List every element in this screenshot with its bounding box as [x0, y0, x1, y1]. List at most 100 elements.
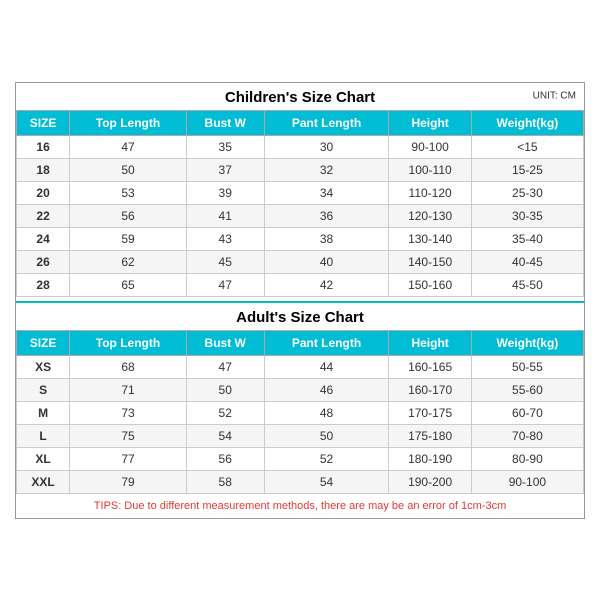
table-cell: 24: [17, 227, 70, 250]
table-cell: 25-30: [471, 181, 583, 204]
adult-col-top-length: Top Length: [70, 330, 187, 355]
adult-col-pant-length: Pant Length: [264, 330, 389, 355]
table-cell: 90-100: [471, 470, 583, 493]
adult-table-body: XS684744160-16550-55S715046160-17055-60M…: [17, 355, 584, 493]
table-cell: 90-100: [389, 135, 471, 158]
size-chart-container: Children's Size Chart UNIT: CM SIZE Top …: [15, 82, 585, 519]
table-cell: XL: [17, 447, 70, 470]
table-cell: 46: [264, 378, 389, 401]
table-cell: 22: [17, 204, 70, 227]
table-cell: 180-190: [389, 447, 471, 470]
table-row: S715046160-17055-60: [17, 378, 584, 401]
adult-section-title: Adult's Size Chart: [16, 301, 584, 330]
table-cell: 58: [186, 470, 264, 493]
table-row: XXL795854190-20090-100: [17, 470, 584, 493]
table-cell: 54: [264, 470, 389, 493]
children-table-body: 1647353090-100<1518503732100-11015-25205…: [17, 135, 584, 296]
table-cell: 60-70: [471, 401, 583, 424]
table-cell: 62: [70, 250, 187, 273]
table-cell: 65: [70, 273, 187, 296]
table-cell: 130-140: [389, 227, 471, 250]
table-cell: 48: [264, 401, 389, 424]
adult-col-bust: Bust W: [186, 330, 264, 355]
table-cell: 55-60: [471, 378, 583, 401]
table-cell: M: [17, 401, 70, 424]
table-cell: 80-90: [471, 447, 583, 470]
table-cell: 160-170: [389, 378, 471, 401]
children-col-size: SIZE: [17, 110, 70, 135]
adult-col-weight: Weight(kg): [471, 330, 583, 355]
table-cell: 170-175: [389, 401, 471, 424]
table-cell: 43: [186, 227, 264, 250]
table-cell: 16: [17, 135, 70, 158]
table-cell: 54: [186, 424, 264, 447]
table-row: 20533934110-12025-30: [17, 181, 584, 204]
table-cell: 47: [186, 273, 264, 296]
table-cell: <15: [471, 135, 583, 158]
table-row: 22564136120-13030-35: [17, 204, 584, 227]
table-cell: XS: [17, 355, 70, 378]
table-row: XS684744160-16550-55: [17, 355, 584, 378]
table-cell: 45: [186, 250, 264, 273]
table-cell: 18: [17, 158, 70, 181]
adult-col-size: SIZE: [17, 330, 70, 355]
table-row: L755450175-18070-80: [17, 424, 584, 447]
table-row: M735248170-17560-70: [17, 401, 584, 424]
table-cell: 30: [264, 135, 389, 158]
table-cell: 100-110: [389, 158, 471, 181]
table-cell: 110-120: [389, 181, 471, 204]
table-cell: 56: [186, 447, 264, 470]
table-cell: 70-80: [471, 424, 583, 447]
table-cell: L: [17, 424, 70, 447]
children-header-row: SIZE Top Length Bust W Pant Length Heigh…: [17, 110, 584, 135]
table-row: 26624540140-15040-45: [17, 250, 584, 273]
table-cell: 20: [17, 181, 70, 204]
table-cell: 50: [70, 158, 187, 181]
table-cell: 41: [186, 204, 264, 227]
table-cell: 32: [264, 158, 389, 181]
table-cell: 73: [70, 401, 187, 424]
table-cell: 75: [70, 424, 187, 447]
table-cell: 53: [70, 181, 187, 204]
table-cell: 52: [186, 401, 264, 424]
table-cell: 56: [70, 204, 187, 227]
table-cell: 37: [186, 158, 264, 181]
adult-table: SIZE Top Length Bust W Pant Length Heigh…: [16, 330, 584, 494]
table-row: 24594338130-14035-40: [17, 227, 584, 250]
table-cell: 28: [17, 273, 70, 296]
table-cell: 52: [264, 447, 389, 470]
table-cell: 160-165: [389, 355, 471, 378]
children-title-text: Children's Size Chart: [225, 89, 375, 106]
table-cell: 68: [70, 355, 187, 378]
table-cell: 38: [264, 227, 389, 250]
table-cell: 47: [70, 135, 187, 158]
table-row: 18503732100-11015-25: [17, 158, 584, 181]
children-col-top-length: Top Length: [70, 110, 187, 135]
table-cell: 44: [264, 355, 389, 378]
table-cell: 50: [264, 424, 389, 447]
table-cell: S: [17, 378, 70, 401]
table-cell: 59: [70, 227, 187, 250]
table-cell: XXL: [17, 470, 70, 493]
table-cell: 150-160: [389, 273, 471, 296]
table-cell: 140-150: [389, 250, 471, 273]
tips-text: TIPS: Due to different measurement metho…: [16, 494, 584, 518]
children-table: SIZE Top Length Bust W Pant Length Heigh…: [16, 110, 584, 297]
table-cell: 175-180: [389, 424, 471, 447]
children-col-bust: Bust W: [186, 110, 264, 135]
table-cell: 50: [186, 378, 264, 401]
table-cell: 35-40: [471, 227, 583, 250]
table-cell: 39: [186, 181, 264, 204]
table-cell: 40: [264, 250, 389, 273]
table-cell: 30-35: [471, 204, 583, 227]
table-cell: 15-25: [471, 158, 583, 181]
table-cell: 47: [186, 355, 264, 378]
table-cell: 190-200: [389, 470, 471, 493]
table-cell: 71: [70, 378, 187, 401]
table-cell: 45-50: [471, 273, 583, 296]
table-row: XL775652180-19080-90: [17, 447, 584, 470]
table-cell: 79: [70, 470, 187, 493]
adult-header-row: SIZE Top Length Bust W Pant Length Heigh…: [17, 330, 584, 355]
children-col-weight: Weight(kg): [471, 110, 583, 135]
unit-label: UNIT: CM: [533, 91, 576, 102]
